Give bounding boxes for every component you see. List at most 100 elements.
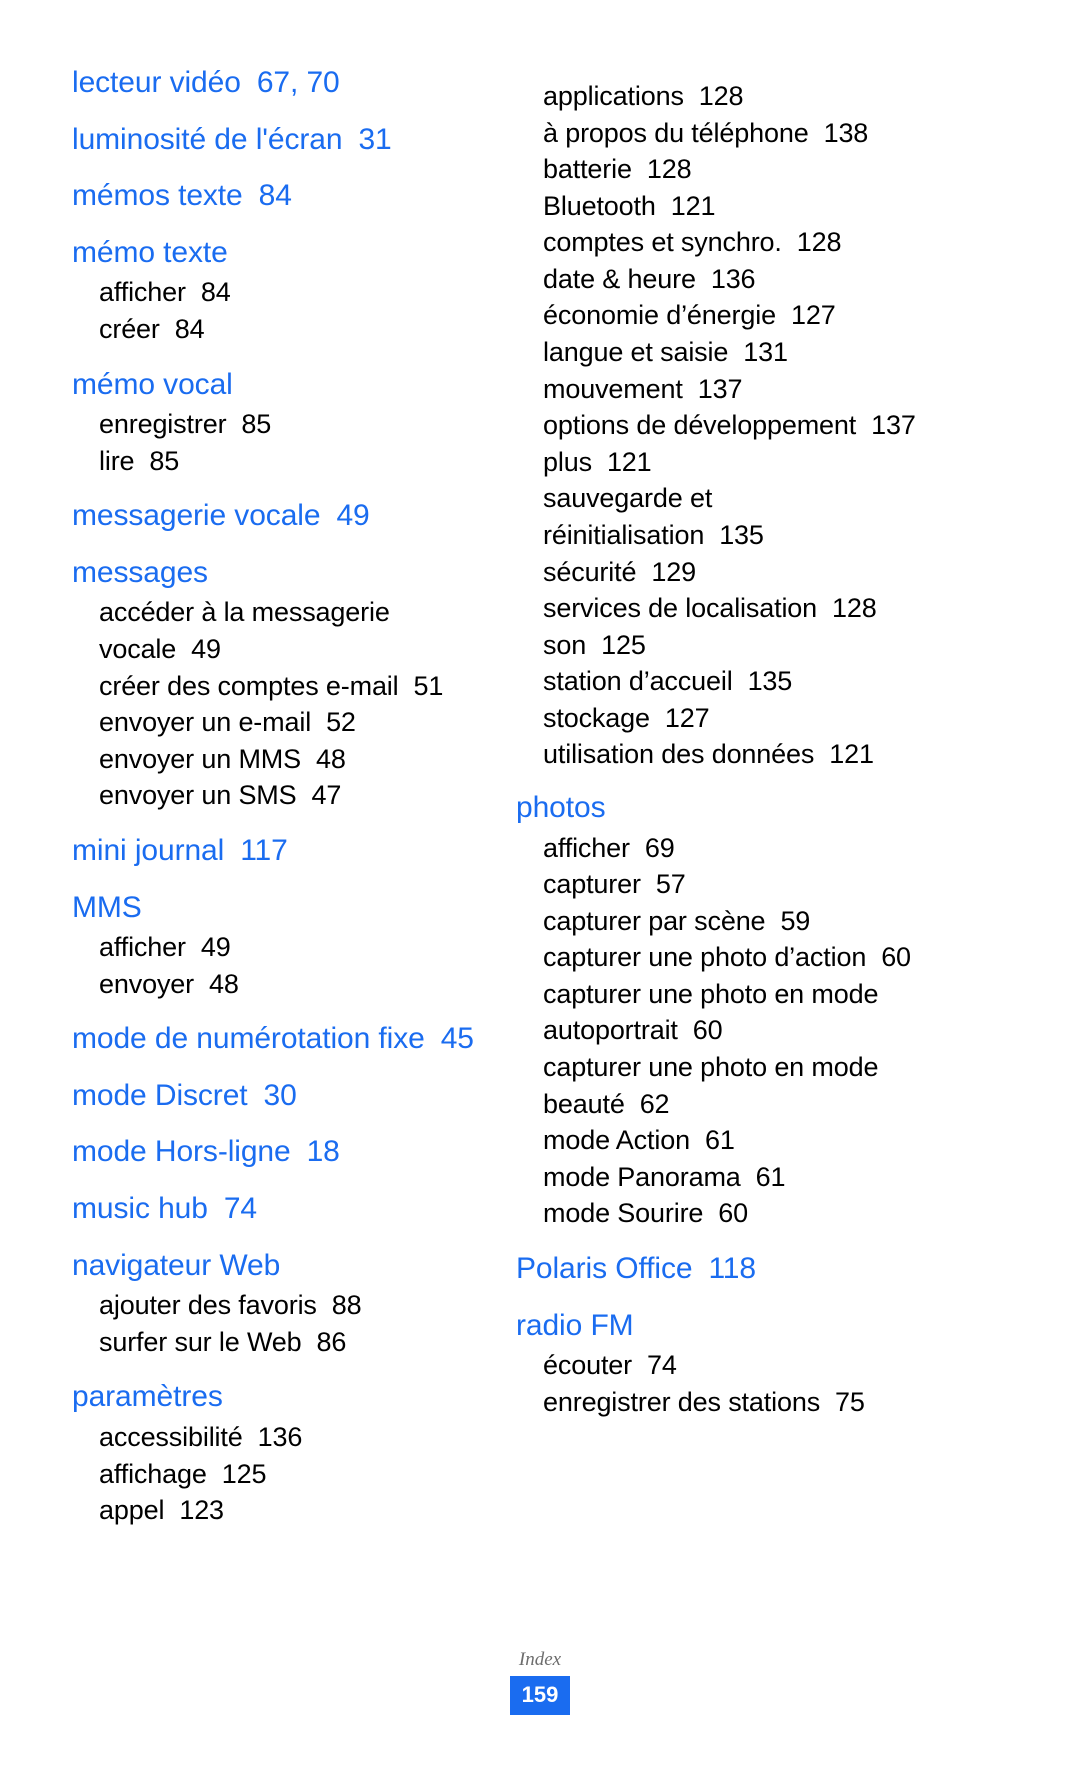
index-subentry-label: plus	[543, 446, 592, 477]
index-subentry-label: Bluetooth	[543, 190, 656, 221]
index-subentry-page: 136	[710, 263, 756, 294]
page-footer: Index 159	[0, 1650, 1080, 1715]
index-heading-label: photos	[516, 790, 606, 824]
index-subentry-page: 127	[790, 300, 836, 331]
index-subentry-page: 121	[670, 190, 716, 221]
index-subentry-list: accéder à la messagerie vocale 49 créer de…	[72, 594, 476, 813]
index-subentry-page: 61	[704, 1125, 735, 1156]
index-subentry: enregistrer 85	[72, 406, 476, 443]
index-subentry-page: 49	[200, 932, 231, 963]
index-subentry: batterie 128	[516, 151, 936, 188]
index-subentry-page: 74	[647, 1350, 677, 1381]
index-subentry-page: 84	[174, 313, 205, 344]
index-group: mémos texte 84	[72, 175, 476, 218]
index-subentry-page: 59	[780, 905, 811, 936]
index-heading: mode Discret 30	[72, 1075, 476, 1118]
index-group: photos afficher 69 capturer 57 capturer par s…	[516, 787, 936, 1232]
index-subentry-page: 61	[755, 1161, 786, 1192]
index-subentry-label: créer des comptes e-mail	[99, 670, 399, 701]
index-group: navigateur Web ajouter des favoris 88 surfe…	[72, 1245, 476, 1361]
index-heading: mode Hors-ligne 18	[72, 1131, 476, 1174]
index-subentry-label: capturer une photo d’action	[543, 942, 867, 973]
index-subentry: envoyer un e-mail 52	[72, 704, 476, 741]
index-subentry-label: créer	[99, 313, 160, 344]
index-heading: mini journal 117	[72, 830, 476, 873]
index-subentry: créer 84	[72, 311, 476, 348]
index-heading-label: messages	[72, 555, 208, 589]
index-subentry: capturer par scène 59	[516, 903, 936, 940]
index-subentry: à propos du téléphone 138	[516, 115, 936, 152]
index-heading-label: music hub	[72, 1192, 208, 1226]
index-group: mode Hors-ligne 18	[72, 1131, 476, 1174]
index-subentry: capturer une photo d’action 60	[516, 939, 936, 976]
index-subentry-list: ajouter des favoris 88 surfer sur le Web 86	[72, 1287, 476, 1360]
index-heading-label: mode de numérotation fixe	[72, 1022, 425, 1056]
index-subentry: applications 128	[516, 78, 936, 115]
index-left-column: lecteur vidéo 67, 70 luminosité de l'écran…	[72, 62, 476, 1545]
index-subentry-page: 128	[646, 154, 692, 185]
index-subentry-label: sécurité	[543, 556, 637, 587]
index-subentry-label: surfer sur le Web	[99, 1326, 302, 1357]
index-subentry: son 125	[516, 627, 936, 664]
index-heading: lecteur vidéo 67, 70	[72, 62, 476, 105]
index-subentry-label: options de développement	[543, 410, 857, 441]
index-subentry-label: date & heure	[543, 263, 696, 294]
index-heading-label: mode Discret	[72, 1078, 248, 1112]
index-heading-label: lecteur vidéo	[72, 66, 241, 99]
index-subentry-label: envoyer un e-mail	[99, 707, 312, 738]
index-subentry-page: 88	[331, 1290, 362, 1321]
index-subentry: sécurité 129	[516, 554, 936, 591]
index-subentry: stockage 127	[516, 700, 936, 737]
index-subentry: afficher 69	[516, 830, 936, 867]
index-subentry-label: envoyer un MMS	[99, 743, 301, 774]
index-group: messagerie vocale 49	[72, 495, 476, 538]
index-heading-page: 118	[708, 1251, 756, 1285]
index-subentry: ajouter des favoris 88	[72, 1287, 476, 1324]
index-subentry-label: ajouter des favoris	[99, 1290, 317, 1321]
index-subentry: envoyer 48	[72, 966, 476, 1003]
index-heading: luminosité de l'écran 31	[72, 119, 476, 162]
index-subentry-label: envoyer	[99, 968, 195, 999]
index-subentry: afficher 84	[72, 274, 476, 311]
index-subentry: afficher 49	[72, 929, 476, 966]
index-subentry-label: écouter	[543, 1350, 633, 1381]
index-subentry-page: 86	[316, 1326, 347, 1357]
index-subentry-list: enregistrer 85 lire 85	[72, 406, 476, 479]
index-subentry: appel 123	[72, 1492, 476, 1529]
index-subentry-label: mode Sourire	[543, 1198, 704, 1229]
index-subentry: envoyer un SMS 47	[72, 777, 476, 814]
index-subentry-page: 136	[257, 1422, 303, 1452]
index-subentry: sauvegarde et réinitialisation 135	[516, 480, 936, 553]
index-subentry: langue et saisie 131	[516, 334, 936, 371]
index-heading: music hub 74	[72, 1188, 476, 1231]
index-subentry-page: 85	[149, 445, 180, 476]
index-subentry-page: 69	[644, 832, 675, 863]
index-right-column: applications 128 à propos du téléphone 138 b…	[516, 62, 936, 1436]
index-subentry-label: accéder à la messagerie vocale	[99, 597, 390, 665]
index-subentry-label: batterie	[543, 154, 632, 185]
index-subentry-page: 48	[315, 743, 346, 774]
footer-section-label: Index	[518, 1649, 562, 1670]
index-subentry-label: accessibilité	[99, 1422, 243, 1452]
index-subentry: comptes et synchro. 128	[516, 224, 936, 261]
index-subentry-label: services de localisation	[543, 593, 818, 624]
index-heading-label: mémo vocal	[72, 367, 233, 401]
index-subentry-label: afficher	[99, 277, 186, 308]
index-heading-label: radio FM	[516, 1308, 634, 1342]
index-subentry-page: 57	[655, 869, 686, 900]
index-subentry-label: envoyer un SMS	[99, 780, 297, 811]
index-heading-page: 67, 70	[256, 66, 340, 99]
index-subentry-page: 128	[832, 593, 877, 624]
index-subentry-page: 75	[835, 1386, 865, 1417]
index-group: radio FM écouter 74 enregistrer des station…	[516, 1305, 936, 1421]
index-subentry: surfer sur le Web 86	[72, 1324, 476, 1361]
index-subentry-label: appel	[99, 1495, 165, 1526]
index-subentry: affichage 125	[72, 1456, 476, 1493]
index-heading: MMS	[72, 887, 476, 930]
index-heading: radio FM	[516, 1305, 936, 1348]
index-heading: navigateur Web	[72, 1245, 476, 1288]
index-heading: Polaris Office 118	[516, 1248, 936, 1291]
index-subentry-label: mode Action	[543, 1125, 690, 1156]
index-subentry-page: 85	[241, 409, 272, 440]
index-heading-page: 45	[440, 1022, 474, 1056]
